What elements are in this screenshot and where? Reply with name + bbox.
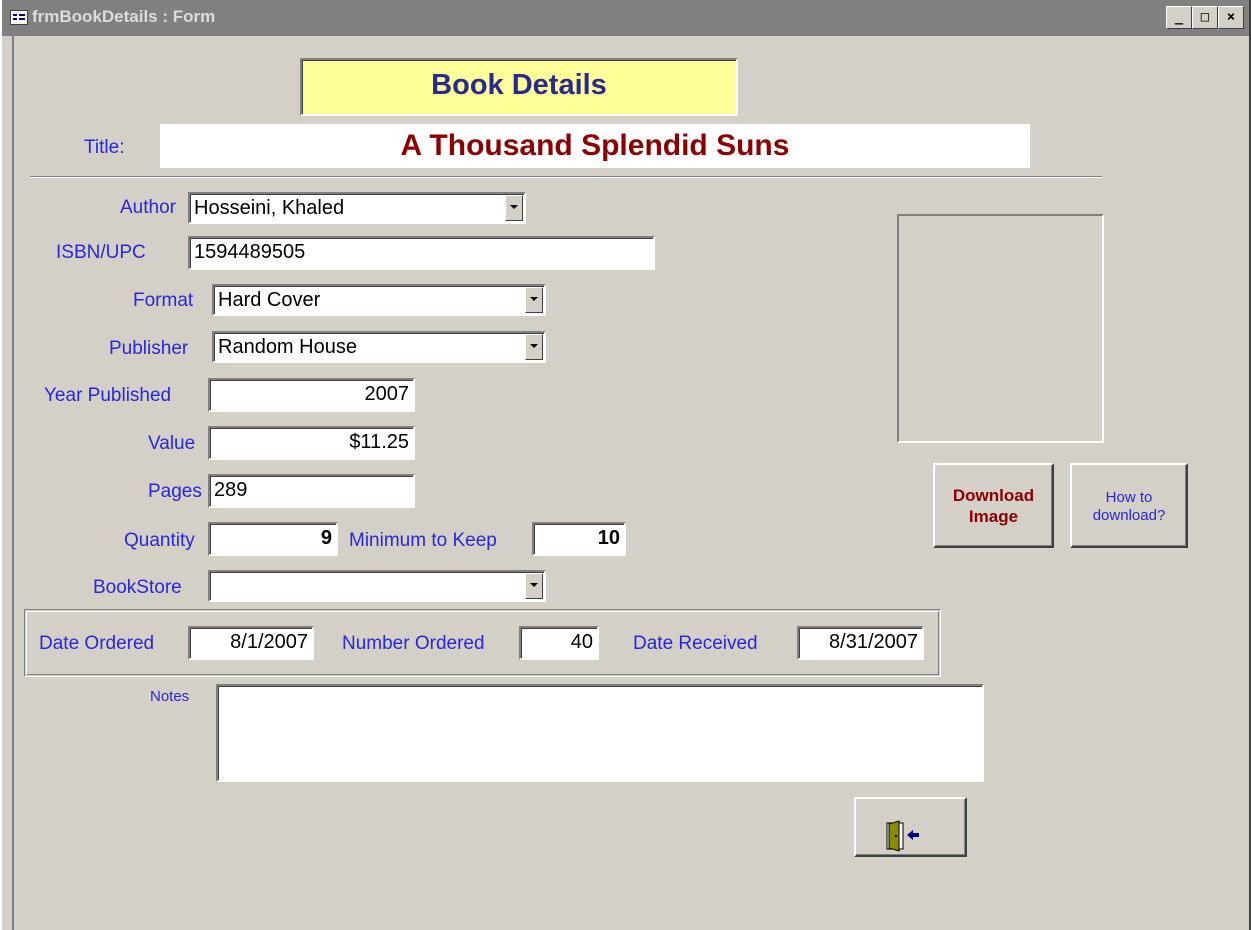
date-received-field[interactable]: 8/31/2007 — [797, 626, 924, 660]
notes-label: Notes — [150, 688, 190, 705]
year-published-label: Year Published — [44, 385, 172, 406]
separator — [30, 176, 1102, 178]
number-ordered-field[interactable]: 40 — [519, 626, 599, 660]
form-icon — [10, 10, 28, 25]
format-label: Format — [133, 290, 194, 311]
chevron-down-icon[interactable] — [525, 573, 543, 599]
form-header: Book Details — [300, 58, 738, 116]
exit-button[interactable] — [854, 797, 967, 857]
author-value: Hosseini, Khaled — [194, 197, 345, 219]
chevron-down-icon[interactable] — [525, 287, 543, 313]
pages-label: Pages — [148, 481, 202, 502]
author-label: Author — [120, 197, 176, 218]
chevron-down-icon[interactable] — [525, 334, 543, 360]
maximize-button[interactable]: □ — [1192, 6, 1218, 29]
book-title-field[interactable]: A Thousand Splendid Suns — [160, 124, 1030, 168]
year-published-field[interactable]: 2007 — [208, 378, 415, 412]
value-label: Value — [148, 433, 196, 454]
date-ordered-field[interactable]: 8/1/2007 — [188, 626, 314, 660]
publisher-label: Publisher — [109, 338, 189, 359]
book-image-frame — [897, 214, 1104, 443]
notes-textarea[interactable] — [216, 684, 984, 782]
how-to-download-button[interactable]: How to download? — [1070, 463, 1188, 548]
download-image-button[interactable]: Download Image — [933, 463, 1054, 548]
pages-field[interactable]: 289 — [208, 474, 415, 508]
format-combobox[interactable]: Hard Cover — [212, 284, 546, 316]
author-combobox[interactable]: Hosseini, Khaled — [188, 192, 526, 224]
title-bar[interactable]: frmBookDetails : Form _ □ × — [2, 0, 1249, 36]
howto-line1: How to — [1105, 489, 1153, 506]
quantity-field[interactable]: 9 — [208, 522, 338, 556]
minimum-to-keep-label: Minimum to Keep — [349, 530, 497, 551]
date-ordered-label: Date Ordered — [39, 633, 155, 654]
quantity-label: Quantity — [124, 530, 195, 551]
date-received-label: Date Received — [633, 633, 758, 654]
close-button[interactable]: × — [1218, 6, 1244, 29]
download-line2: Image — [968, 507, 1019, 526]
bookstore-combobox[interactable] — [208, 570, 546, 602]
value-field[interactable]: $11.25 — [208, 426, 415, 460]
format-value: Hard Cover — [218, 289, 321, 311]
number-ordered-label: Number Ordered — [342, 633, 485, 654]
exit-door-icon — [886, 820, 919, 852]
publisher-value: Random House — [218, 336, 357, 358]
chevron-down-icon[interactable] — [505, 195, 523, 221]
publisher-combobox[interactable]: Random House — [212, 331, 546, 363]
download-line1: Download — [952, 486, 1035, 505]
isbn-field[interactable]: 1594489505 — [188, 236, 655, 270]
bookstore-label: BookStore — [93, 577, 182, 598]
minimum-to-keep-field[interactable]: 10 — [532, 522, 626, 556]
window-title: frmBookDetails : Form — [32, 7, 216, 26]
isbn-label: ISBN/UPC — [56, 242, 146, 263]
howto-line2: download? — [1092, 507, 1166, 524]
form-window: frmBookDetails : Form _ □ × Book Details… — [0, 0, 1251, 930]
minimize-button[interactable]: _ — [1166, 6, 1192, 29]
title-label: Title: — [84, 137, 125, 158]
